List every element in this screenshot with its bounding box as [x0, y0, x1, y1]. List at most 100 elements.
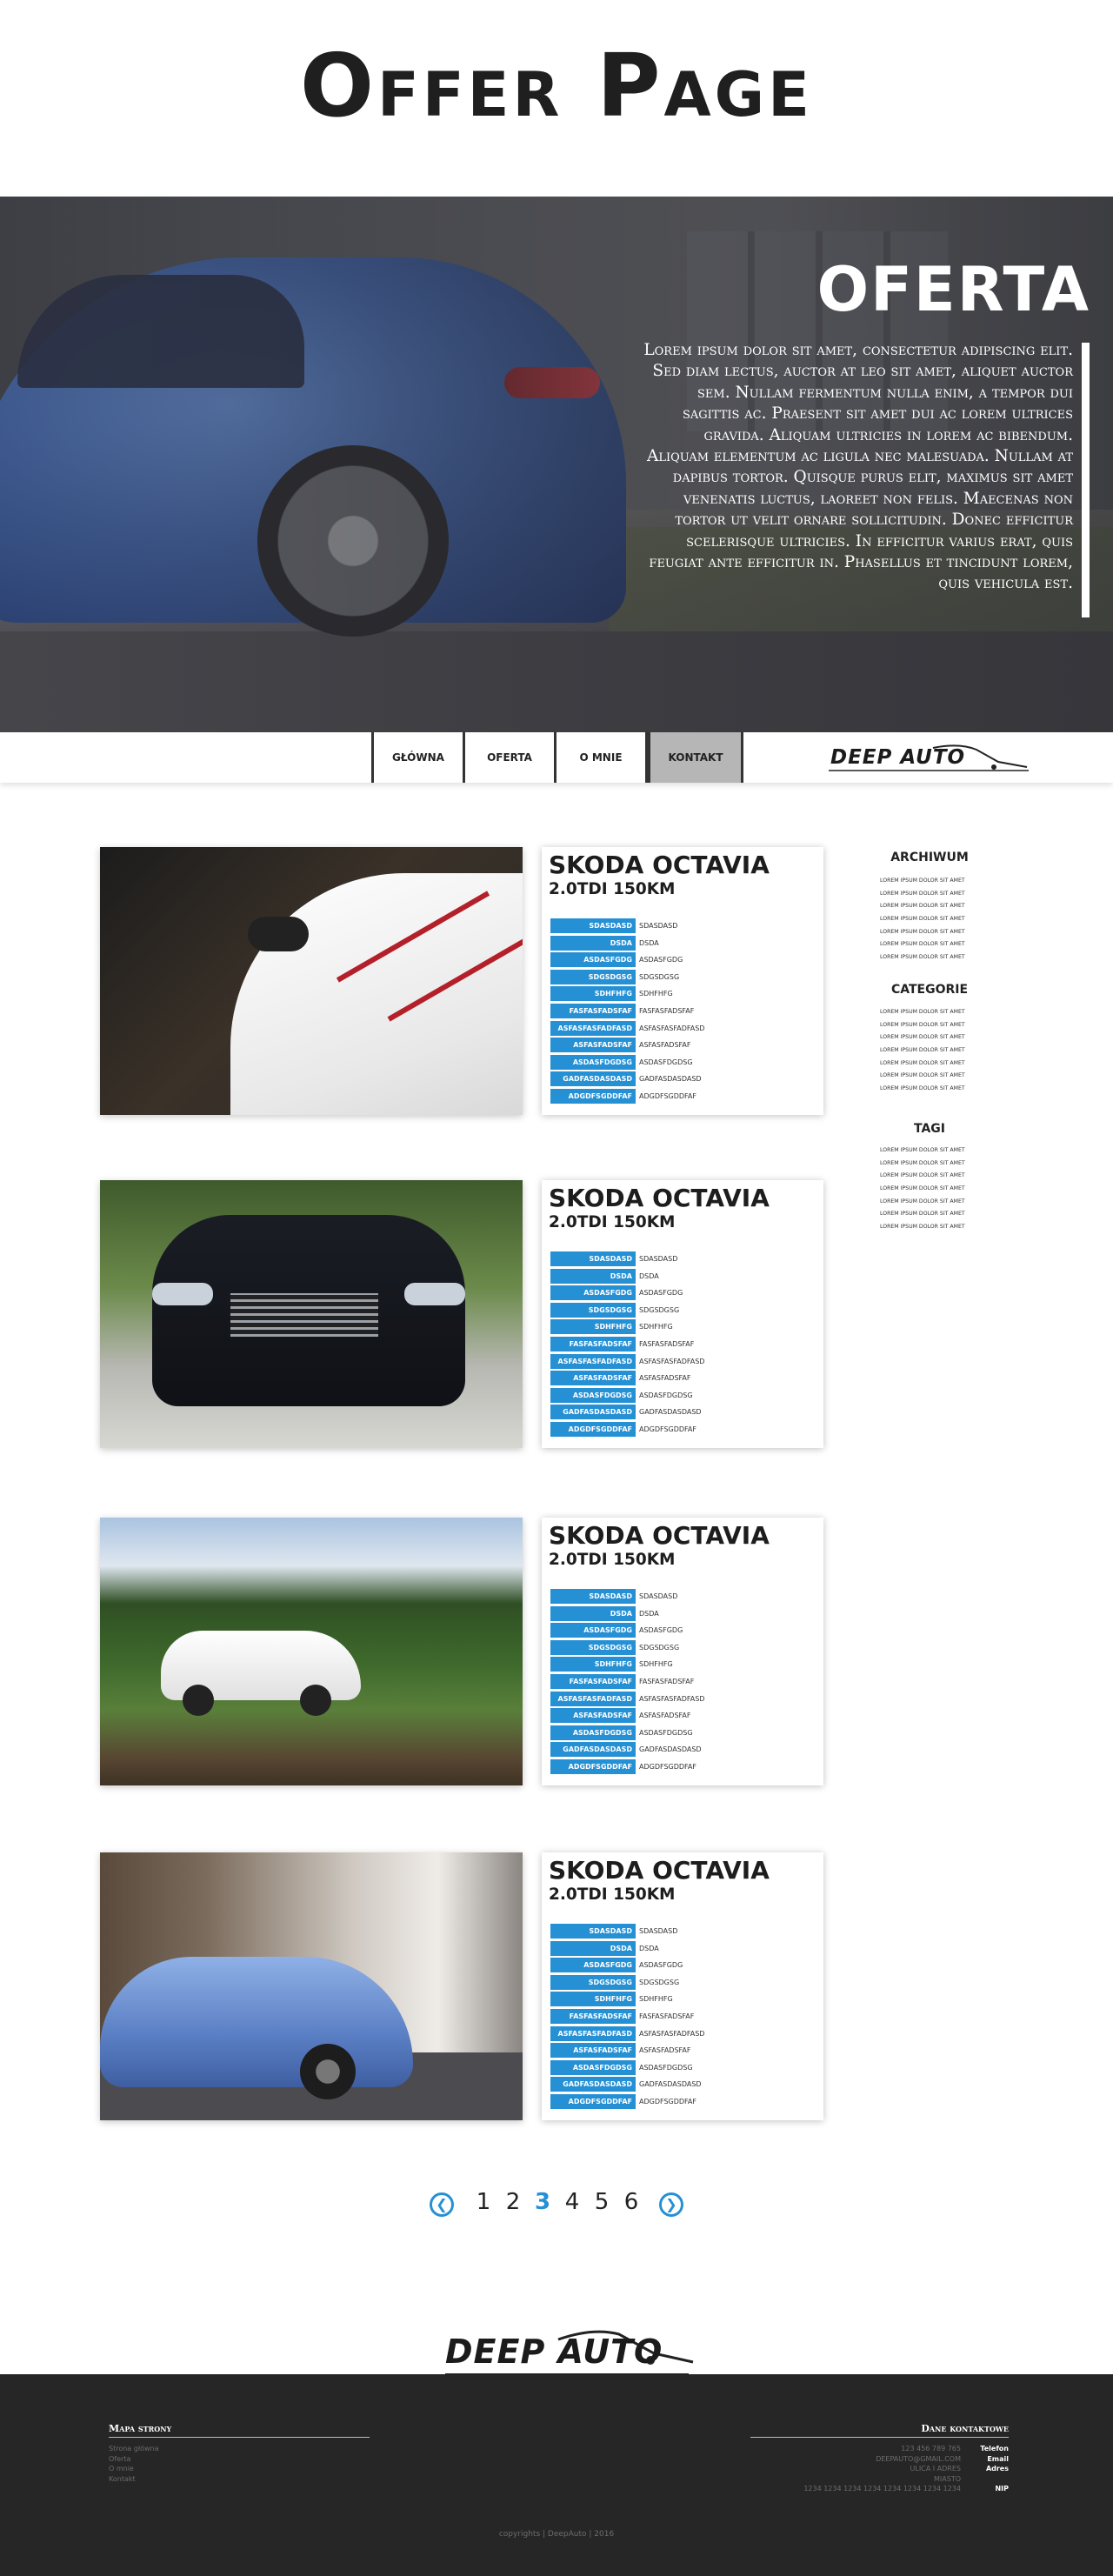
spec-value: FASFASFADSFAF	[639, 1678, 695, 1685]
sidebar-link[interactable]: LOREM IPSUM DOLOR SIT AMET	[880, 888, 993, 901]
spec-label: ASDASFGDG	[550, 1623, 636, 1638]
sidebar-link[interactable]: LOREM IPSUM DOLOR SIT AMET	[880, 1158, 993, 1171]
spec-label: SDGSDGSG	[550, 1974, 636, 1990]
spec-row: ASFASFADSFAF ASFASFADSFAF	[550, 2043, 691, 2060]
spec-label: SDGSDGSG	[550, 969, 636, 984]
label-nip: NIP	[995, 2485, 1009, 2493]
footer-contact-labels: Telefon Email Adres NIP	[980, 2444, 1009, 2494]
page-4[interactable]: 4	[559, 2189, 585, 2215]
page-6[interactable]: 6	[618, 2189, 644, 2215]
offer-image[interactable]	[100, 1518, 523, 1785]
footer-sitemap-list: Strona główna Oferta O mnie Kontakt	[109, 2444, 159, 2484]
spec-row: FASFASFADSFAF FASFASFADSFAF	[550, 1674, 694, 1692]
sidebar-link[interactable]: LOREM IPSUM DOLOR SIT AMET	[880, 875, 993, 888]
spec-label: GADFASDASDASD	[550, 2077, 636, 2092]
footer-link[interactable]: O mnie	[109, 2464, 159, 2474]
sidebar-link[interactable]: LOREM IPSUM DOLOR SIT AMET	[880, 1044, 993, 1058]
footer-link[interactable]: Oferta	[109, 2454, 159, 2465]
spec-row: ASDASFGDG ASDASFGDG	[550, 1285, 683, 1303]
spec-row: FASFASFADSFAF FASFASFADSFAF	[550, 1337, 694, 1354]
spec-label: SDHFHFG	[550, 1992, 636, 2007]
spec-label: GADFASDASDASD	[550, 1405, 636, 1420]
spec-row: GADFASDASDASD GADFASDASDASD	[550, 1742, 702, 1759]
spec-label: ASFASFASFADFASD	[550, 2025, 636, 2041]
chevron-right-icon[interactable]: ❯	[659, 2192, 683, 2217]
spec-value: ASDASFGDG	[639, 1961, 683, 1970]
sidebar-link[interactable]: LOREM IPSUM DOLOR SIT AMET	[880, 1145, 993, 1158]
sidebar-link[interactable]: LOREM IPSUM DOLOR SIT AMET	[880, 1083, 993, 1096]
sidebar-link[interactable]: LOREM IPSUM DOLOR SIT AMET	[880, 1058, 993, 1071]
spec-value: ASDASFDGDSG	[639, 2063, 693, 2072]
page-2[interactable]: 2	[500, 2189, 526, 2215]
sidebar-link[interactable]: LOREM IPSUM DOLOR SIT AMET	[880, 913, 993, 926]
page-3[interactable]: 3	[530, 2189, 556, 2215]
offer-title: SKODA OCTAVIA	[549, 1856, 770, 1885]
footer-logo[interactable]: DEEP AUTO	[393, 2322, 723, 2378]
nav-item-o-mnie[interactable]: O MNIE	[554, 732, 648, 783]
spec-label: ASDASFGDG	[550, 952, 636, 968]
nav-logo[interactable]: DEEP AUTO	[829, 741, 1029, 774]
spec-label: ASFASFADSFAF	[550, 2043, 636, 2059]
spec-row: SDHFHFG SDHFHFG	[550, 1992, 673, 2009]
footer-sitemap-title: Mapa strony	[109, 2423, 172, 2434]
spec-label: ADGDFSGDDFAF	[550, 2094, 636, 2109]
page-1[interactable]: 1	[470, 2189, 497, 2215]
nav-item-kontakt[interactable]: KONTAKT	[648, 732, 743, 783]
footer-copyright: copyrights | DeepAuto | 2016	[498, 2530, 615, 2539]
spec-value: FASFASFADSFAF	[639, 1007, 695, 1015]
offer-image[interactable]	[100, 1180, 523, 1448]
contact-address: ULICA I ADRES	[910, 2465, 962, 2473]
sidebar-link[interactable]: LOREM IPSUM DOLOR SIT AMET	[880, 1221, 993, 1234]
spec-value: ASFASFADSFAF	[639, 1374, 691, 1383]
sidebar-heading-categorie: CATEGORIE	[890, 983, 969, 997]
spec-row: SDHFHFG SDHFHFG	[550, 1319, 673, 1337]
spec-row: ASDASFDGDSG ASDASFDGDSG	[550, 1054, 693, 1072]
sidebar-link[interactable]: LOREM IPSUM DOLOR SIT AMET	[880, 1031, 993, 1044]
spec-value: SDHFHFG	[639, 1660, 673, 1669]
spec-label: FASFASFADSFAF	[550, 1337, 636, 1351]
spec-value: ASFASFASFADFASD	[639, 1024, 705, 1032]
sidebar-link[interactable]: LOREM IPSUM DOLOR SIT AMET	[880, 1196, 993, 1209]
spec-value: ASDASFGDG	[639, 1289, 683, 1298]
offer-image[interactable]	[100, 847, 523, 1115]
spec-row: FASFASFADSFAF FASFASFADSFAF	[550, 1004, 694, 1021]
spec-row: GADFASDASDASD GADFASDASDASD	[550, 2077, 702, 2094]
spec-value: GADFASDASDASD	[639, 1745, 702, 1754]
nav-item-glowna[interactable]: GŁÓWNA	[371, 732, 465, 783]
spec-value: SDHFHFG	[639, 1995, 673, 2004]
sidebar-link[interactable]: LOREM IPSUM DOLOR SIT AMET	[880, 938, 993, 951]
chevron-left-icon[interactable]: ❮	[430, 2192, 454, 2217]
sidebar-link[interactable]: LOREM IPSUM DOLOR SIT AMET	[880, 926, 993, 939]
sidebar-link[interactable]: LOREM IPSUM DOLOR SIT AMET	[880, 951, 993, 964]
spec-value: ASFASFASFADFASD	[639, 2029, 705, 2038]
spec-row: ASDASFDGDSG ASDASFDGDSG	[550, 1725, 693, 1743]
spec-label: SDASDASD	[550, 1924, 636, 1939]
spec-value: SDGSDGSG	[639, 972, 680, 981]
spec-label: ASDASFDGDSG	[550, 1054, 636, 1070]
sidebar-link[interactable]: LOREM IPSUM DOLOR SIT AMET	[880, 1183, 993, 1196]
footer: Mapa strony Strona główna Oferta O mnie …	[0, 2374, 1113, 2576]
spec-label: ASFASFASFADFASD	[550, 1353, 636, 1369]
sidebar-link[interactable]: LOREM IPSUM DOLOR SIT AMET	[880, 1070, 993, 1083]
footer-link[interactable]: Strona główna	[109, 2444, 159, 2454]
offer-image[interactable]	[100, 1852, 523, 2120]
spec-label: FASFASFADSFAF	[550, 1004, 636, 1018]
sidebar-link[interactable]: LOREM IPSUM DOLOR SIT AMET	[880, 900, 993, 913]
hero-accent-bar	[1082, 343, 1090, 617]
footer-link[interactable]: Kontakt	[109, 2474, 159, 2485]
spec-label: SDGSDGSG	[550, 1302, 636, 1318]
spec-label: SDGSDGSG	[550, 1639, 636, 1655]
sidebar-link[interactable]: LOREM IPSUM DOLOR SIT AMET	[880, 1006, 993, 1019]
spec-value: SDASDASD	[639, 922, 678, 930]
offer-card: SKODA OCTAVIA 2.0TDI 150KM SDASDASD SDASD…	[542, 1518, 823, 1785]
spec-label: DSDA	[550, 1605, 636, 1621]
spec-value: SDASDASD	[639, 1255, 678, 1263]
sidebar-link[interactable]: LOREM IPSUM DOLOR SIT AMET	[880, 1208, 993, 1221]
page-5[interactable]: 5	[589, 2189, 615, 2215]
sidebar-link[interactable]: LOREM IPSUM DOLOR SIT AMET	[880, 1019, 993, 1032]
sidebar-heading-tagi: TAGI	[914, 1122, 945, 1136]
spec-label: SDHFHFG	[550, 1319, 636, 1335]
nav-item-oferta[interactable]: OFERTA	[463, 732, 556, 783]
spec-value: ADGDFSGDDFAF	[639, 1763, 696, 1771]
sidebar-link[interactable]: LOREM IPSUM DOLOR SIT AMET	[880, 1170, 993, 1183]
